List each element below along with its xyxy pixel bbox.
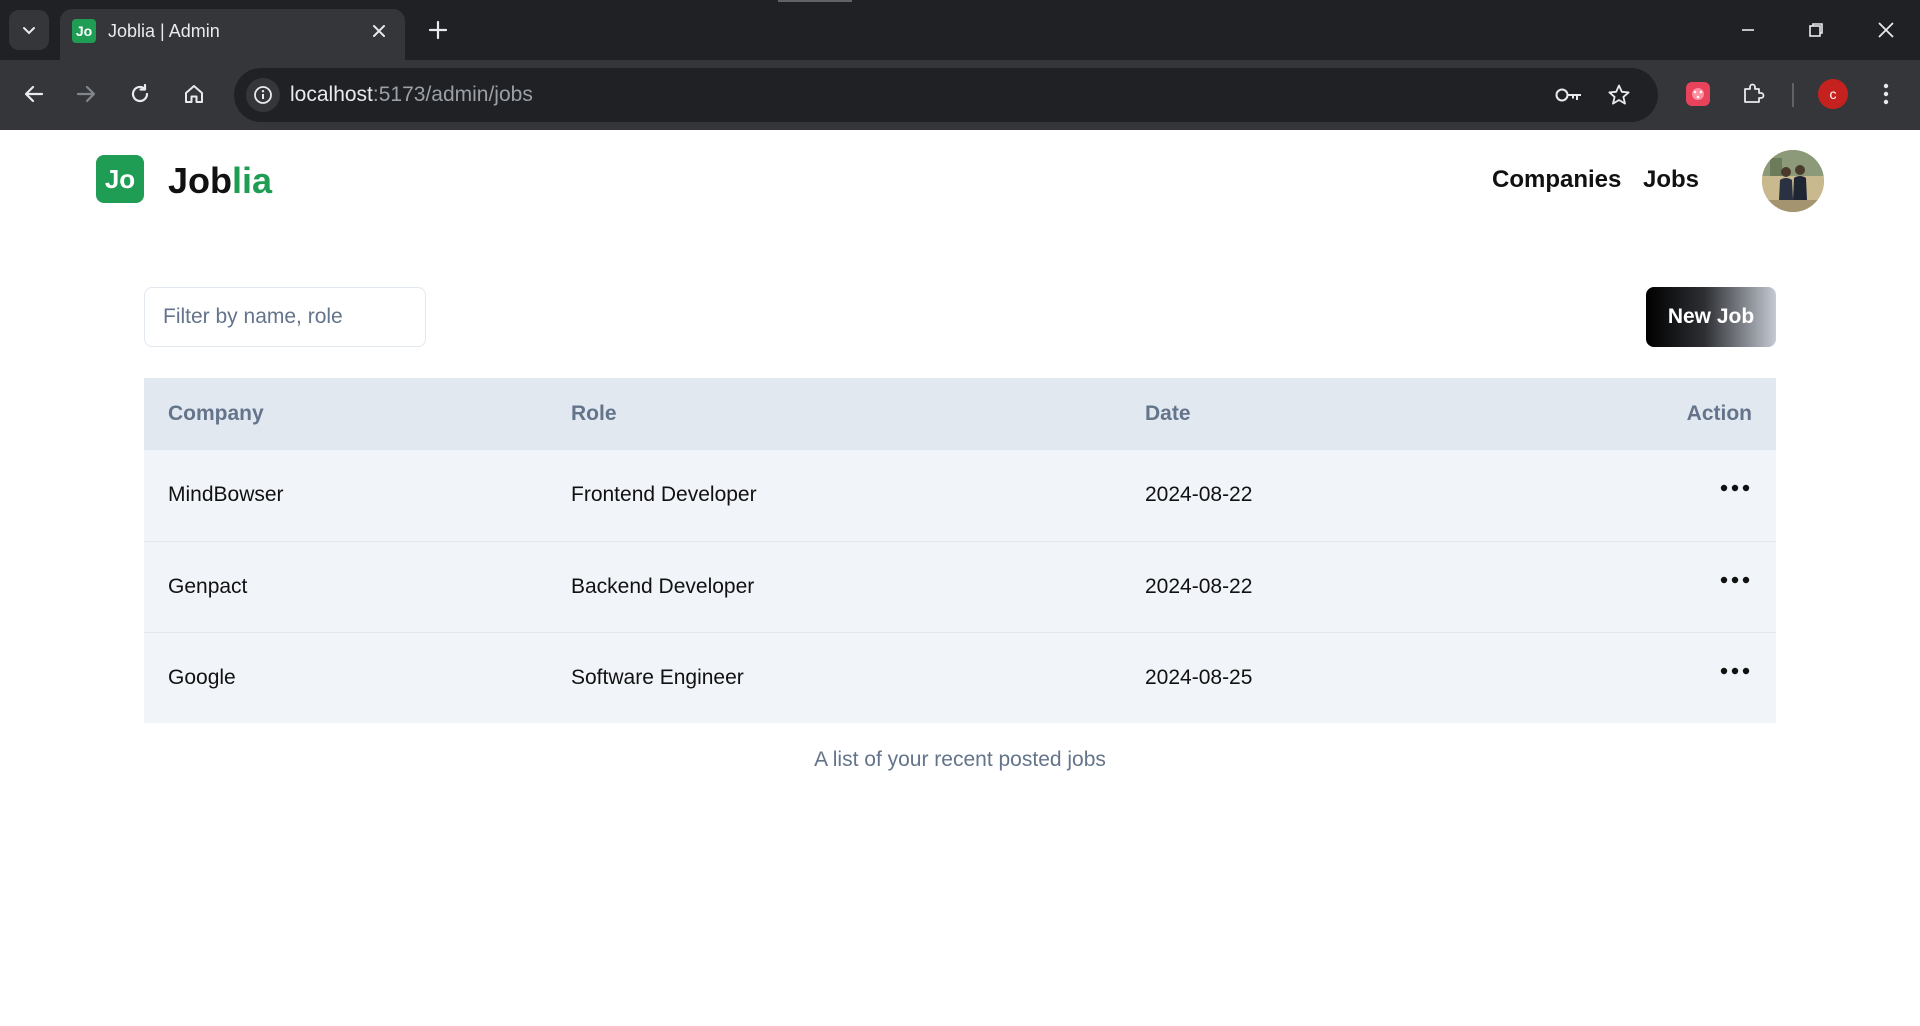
url-text: localhost:5173/admin/jobs [290, 83, 533, 107]
table-row: Genpact Backend Developer 2024-08-22 [144, 541, 1776, 633]
home-button[interactable] [174, 74, 214, 114]
key-icon [1555, 88, 1581, 102]
user-avatar[interactable] [1762, 150, 1824, 212]
restore-icon [1809, 23, 1823, 37]
app-navbar: Jo Joblia Companies Jobs [0, 130, 1920, 230]
cell-company: Google [144, 632, 547, 723]
reload-icon [131, 83, 149, 103]
cell-action [1521, 632, 1776, 723]
star-icon [1608, 84, 1630, 105]
more-horizontal-icon [1720, 485, 1750, 492]
puzzle-icon [1744, 83, 1765, 103]
table-header-row: Company Role Date Action [144, 378, 1776, 450]
tab-favicon-icon: Jo [72, 19, 96, 43]
address-bar[interactable]: localhost:5173/admin/jobs [234, 68, 1658, 122]
cell-company: Genpact [144, 541, 547, 633]
cell-action [1521, 450, 1776, 542]
table-caption: A list of your recent posted jobs [814, 748, 1106, 771]
url-path: :5173/admin/jobs [372, 83, 533, 106]
cell-date: 2024-08-25 [1121, 632, 1521, 723]
home-icon [185, 85, 203, 103]
minimize-icon [1742, 29, 1754, 31]
cell-action [1521, 541, 1776, 633]
close-window-button[interactable] [1858, 6, 1914, 54]
brand-logo-icon[interactable]: Jo [96, 155, 144, 203]
row-actions-button[interactable] [1718, 570, 1752, 590]
nav-link-jobs[interactable]: Jobs [1643, 166, 1699, 194]
cell-role: Frontend Developer [547, 450, 1121, 542]
tab-title: Joblia | Admin [108, 21, 220, 41]
column-header-date: Date [1121, 378, 1521, 450]
more-horizontal-icon [1720, 667, 1750, 674]
restore-button[interactable] [1788, 6, 1844, 54]
plus-icon [428, 20, 448, 40]
brand-name[interactable]: Joblia [168, 160, 272, 202]
column-header-action: Action [1521, 378, 1776, 450]
back-button[interactable] [14, 74, 54, 114]
cell-date: 2024-08-22 [1121, 450, 1521, 542]
browser-toolbar: localhost:5173/admin/jobs c [0, 60, 1920, 130]
tab-strip-indicator [778, 0, 852, 2]
cell-company: MindBowser [144, 450, 547, 542]
minimize-button[interactable] [1720, 6, 1776, 54]
password-key-button[interactable] [1554, 80, 1584, 110]
browser-titlebar: Jo Joblia | Admin [0, 0, 1920, 60]
browser-tab[interactable]: Jo Joblia | Admin [60, 9, 405, 60]
cell-role: Software Engineer [547, 632, 1121, 723]
extension-button[interactable] [1680, 76, 1716, 112]
toolbar-separator [1792, 83, 1794, 107]
reload-button[interactable] [120, 74, 160, 114]
table-row: MindBowser Frontend Developer 2024-08-22 [144, 450, 1776, 542]
cell-date: 2024-08-22 [1121, 541, 1521, 633]
tab-close-button[interactable] [367, 19, 391, 43]
close-icon [373, 25, 385, 37]
close-icon [1878, 22, 1894, 38]
column-header-role: Role [547, 378, 1121, 450]
extension-app-icon [1686, 82, 1710, 106]
jobs-table: Company Role Date Action MindBowser Fron… [144, 378, 1776, 723]
new-tab-button[interactable] [418, 12, 458, 48]
tab-search-button[interactable] [9, 10, 49, 50]
browser-menu-button[interactable] [1868, 76, 1904, 112]
new-job-button[interactable]: New Job [1646, 287, 1776, 347]
row-actions-button[interactable] [1718, 661, 1752, 681]
arrow-left-icon [24, 85, 44, 103]
brand-name-primary: Job [168, 160, 233, 201]
site-info-button[interactable] [246, 78, 280, 112]
forward-button[interactable] [66, 74, 106, 114]
chevron-down-icon [23, 27, 35, 35]
arrow-right-icon [76, 85, 96, 103]
extensions-menu-button[interactable] [1735, 76, 1771, 112]
url-host: localhost [290, 83, 373, 106]
info-icon [254, 86, 272, 104]
nav-link-companies[interactable]: Companies [1492, 166, 1621, 194]
user-photo-icon [1762, 150, 1824, 212]
filter-input[interactable] [144, 287, 426, 347]
more-vertical-icon [1883, 83, 1889, 105]
brand-name-accent: lia [232, 160, 273, 201]
more-horizontal-icon [1720, 576, 1750, 583]
row-actions-button[interactable] [1718, 478, 1752, 498]
column-header-company: Company [144, 378, 547, 450]
bookmark-button[interactable] [1604, 80, 1634, 110]
table-row: Google Software Engineer 2024-08-25 [144, 632, 1776, 723]
cell-role: Backend Developer [547, 541, 1121, 633]
profile-avatar-button[interactable]: c [1818, 79, 1848, 109]
